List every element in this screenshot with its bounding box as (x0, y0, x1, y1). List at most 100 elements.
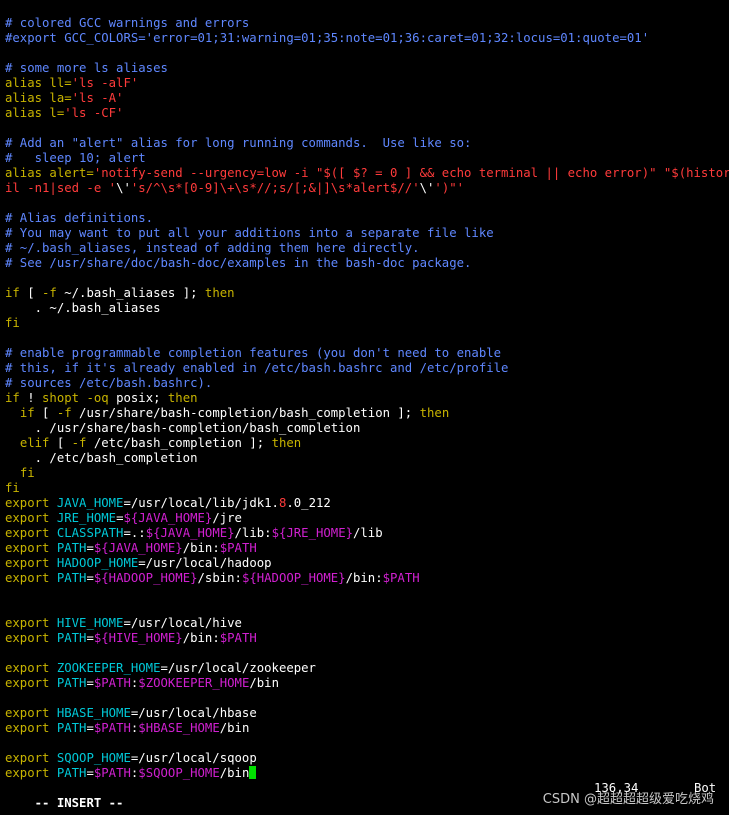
editor-line[interactable] (5, 46, 729, 61)
code-token-keyword: export (5, 766, 50, 780)
code-token-keyword: export (5, 631, 50, 645)
code-token-variable: $HBASE_HOME (138, 721, 220, 735)
editor-line[interactable]: elif [ -f /etc/bash_completion ]; then (5, 436, 729, 451)
code-token-default: . /etc/bash_completion (5, 451, 198, 465)
code-token-variable: ${HADOOP_HOME} (93, 571, 198, 585)
editor-line[interactable] (5, 271, 729, 286)
csdn-watermark: CSDN @超超超超级爱吃烧鸡 (542, 792, 714, 807)
editor-line[interactable]: #export GCC_COLORS='error=01;31:warning=… (5, 31, 729, 46)
code-token-keyword: export (5, 526, 50, 540)
code-token-variable: $PATH (382, 571, 420, 585)
code-token-default (5, 436, 20, 450)
editor-line[interactable]: if [ -f /usr/share/bash-completion/bash_… (5, 406, 729, 421)
editor-line[interactable] (5, 121, 729, 136)
code-token-default (49, 541, 56, 555)
editor-line[interactable]: alias alert='notify-send --urgency=low -… (5, 166, 729, 181)
editor-line[interactable]: alias ll='ls -alF' (5, 76, 729, 91)
editor-line[interactable]: # colored GCC warnings and errors (5, 16, 729, 31)
editor-line[interactable]: . /etc/bash_completion (5, 451, 729, 466)
editor-line[interactable]: export JAVA_HOME=/usr/local/lib/jdk1.8.0… (5, 496, 729, 511)
code-token-comment: # Add an "alert" alias for long running … (5, 136, 472, 150)
editor-line[interactable]: fi (5, 481, 729, 496)
editor-line[interactable]: export PATH=${JAVA_HOME}/bin:$PATH (5, 541, 729, 556)
editor-line[interactable]: export PATH=${HADOOP_HOME}/sbin:${HADOOP… (5, 571, 729, 586)
editor-line[interactable]: # Add an "alert" alias for long running … (5, 136, 729, 151)
editor-line[interactable]: if [ -f ~/.bash_aliases ]; then (5, 286, 729, 301)
editor-line[interactable] (5, 646, 729, 661)
code-token-default: /jre (212, 511, 242, 525)
editor-line[interactable]: # this, if it's already enabled in /etc/… (5, 361, 729, 376)
editor-line[interactable]: export PATH=$PATH:$ZOOKEEPER_HOME/bin (5, 676, 729, 691)
editor-line[interactable]: export HADOOP_HOME=/usr/local/hadoop (5, 556, 729, 571)
code-token-keyword: export (5, 541, 50, 555)
editor-line[interactable]: # some more ls aliases (5, 61, 729, 76)
code-token-keyword: alias la= (5, 91, 72, 105)
code-token-variable: $PATH (93, 766, 131, 780)
code-token-keyword: export (5, 706, 50, 720)
editor-line[interactable]: # enable programmable completion feature… (5, 346, 729, 361)
editor-line[interactable]: # sleep 10; alert (5, 151, 729, 166)
editor-line[interactable]: alias la='ls -A' (5, 91, 729, 106)
editor-line[interactable]: . ~/.bash_aliases (5, 301, 729, 316)
editor-line[interactable]: . /usr/share/bash-completion/bash_comple… (5, 421, 729, 436)
code-token-comment: # some more ls aliases (5, 61, 168, 75)
editor-line[interactable] (5, 586, 729, 601)
code-token-comment: # ~/.bash_aliases, instead of adding the… (5, 241, 420, 255)
editor-line[interactable]: fi (5, 466, 729, 481)
code-token-identifier: PATH (56, 541, 87, 555)
editor-line[interactable]: if ! shopt -oq posix; then (5, 391, 729, 406)
code-token-default (49, 556, 56, 570)
editor-line[interactable]: export JRE_HOME=${JAVA_HOME}/jre (5, 511, 729, 526)
code-token-keyword: elif (19, 436, 50, 450)
code-token-identifier: HADOOP_HOME (56, 556, 139, 570)
code-token-comment: # this, if it's already enabled in /etc/… (5, 361, 509, 375)
code-token-variable: $PATH (93, 676, 131, 690)
editor-line[interactable]: export PATH=$PATH:$HBASE_HOME/bin (5, 721, 729, 736)
editor-line[interactable] (5, 331, 729, 346)
code-token-comment: # sources /etc/bash.bashrc). (5, 376, 213, 390)
editor-line[interactable] (5, 601, 729, 616)
code-token-keyword: export (5, 571, 50, 585)
code-token-identifier: PATH (56, 631, 87, 645)
editor-line[interactable]: # sources /etc/bash.bashrc). (5, 376, 729, 391)
editor-line[interactable]: export ZOOKEEPER_HOME=/usr/local/zookeep… (5, 661, 729, 676)
code-token-keyword: then (419, 406, 450, 420)
code-token-variable: $ZOOKEEPER_HOME (138, 676, 250, 690)
code-token-keyword: fi (5, 316, 20, 330)
editor-line[interactable]: export CLASSPATH=.:${JAVA_HOME}/lib:${JR… (5, 526, 729, 541)
code-token-default: =/usr/local/zookeeper (160, 661, 316, 675)
code-token-default: ~/.bash_aliases ]; (56, 286, 205, 300)
editor-line[interactable]: export PATH=${HIVE_HOME}/bin:$PATH (5, 631, 729, 646)
editor-line[interactable] (5, 736, 729, 751)
code-token-default (5, 406, 20, 420)
code-token-keyword: export (5, 751, 50, 765)
editor-line[interactable]: export SQOOP_HOME=/usr/local/sqoop (5, 751, 729, 766)
code-token-keyword: if (19, 406, 35, 420)
editor-line[interactable]: # ~/.bash_aliases, instead of adding the… (5, 241, 729, 256)
code-token-default: . ~/.bash_aliases (5, 301, 161, 315)
code-token-keyword: export (5, 676, 50, 690)
editor-line[interactable]: # See /usr/share/doc/bash-doc/examples i… (5, 256, 729, 271)
insert-mode-indicator: -- INSERT -- (34, 796, 124, 810)
code-token-keyword: export (5, 721, 50, 735)
terminal-window[interactable]: # colored GCC warnings and errors #export… (0, 0, 729, 815)
code-token-identifier: JRE_HOME (56, 511, 117, 525)
editor-line[interactable]: # You may want to put all your additions… (5, 226, 729, 241)
code-token-default: =/usr/local/hbase (130, 706, 257, 720)
editor-line[interactable]: fi (5, 316, 729, 331)
editor-line[interactable] (5, 196, 729, 211)
editor-line[interactable]: # Alias definitions. (5, 211, 729, 226)
code-token-keyword: export (5, 511, 50, 525)
editor-line[interactable] (5, 691, 729, 706)
code-token-string: 'ls -alF' (71, 76, 139, 90)
editor-line[interactable]: export PATH=$PATH:$SQOOP_HOME/bin (5, 766, 729, 781)
code-token-default: /bin: (345, 571, 383, 585)
code-token-default (5, 466, 20, 480)
vim-editor-buffer[interactable]: # colored GCC warnings and errors #export… (5, 16, 729, 781)
editor-line[interactable]: export HBASE_HOME=/usr/local/hbase (5, 706, 729, 721)
code-token-default: .0_212 (286, 496, 331, 510)
editor-line[interactable]: export HIVE_HOME=/usr/local/hive (5, 616, 729, 631)
code-token-default (49, 631, 56, 645)
editor-line[interactable]: il -n1|sed -e '\''s/^\s*[0-9]\+\s*//;s/[… (5, 181, 729, 196)
editor-line[interactable]: alias l='ls -CF' (5, 106, 729, 121)
